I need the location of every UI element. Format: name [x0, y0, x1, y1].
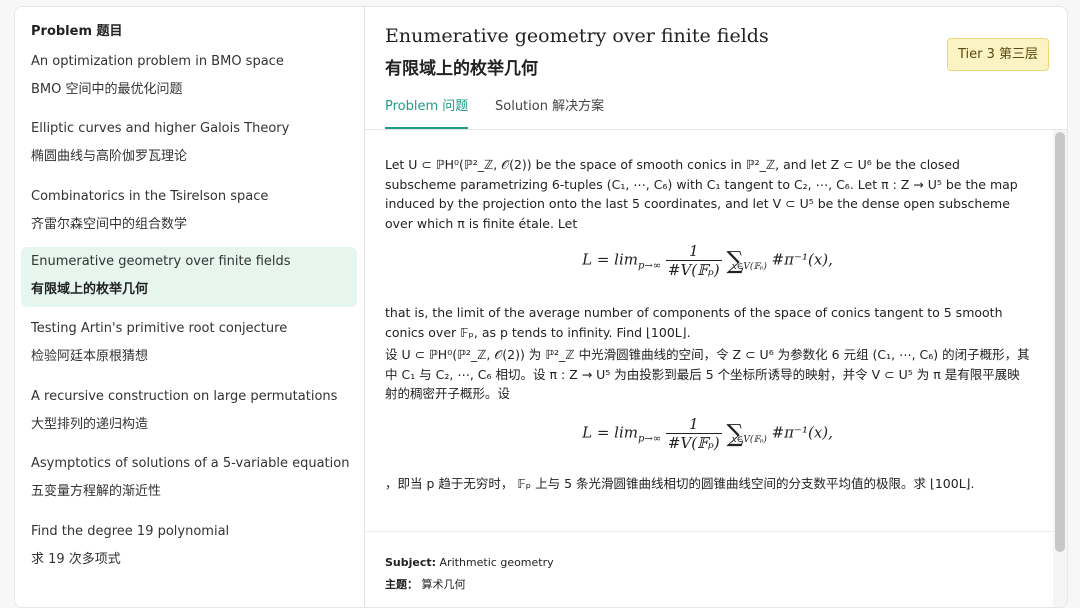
topic-value: 算术几何	[421, 578, 466, 591]
sidebar-item-title-en: Combinatorics in the Tsirelson space	[31, 189, 269, 204]
topic-label: 主题：	[385, 578, 418, 591]
sidebar-item-title-zh: 齐雷尔森空间中的组合数学	[31, 217, 188, 232]
scrollbar-thumb[interactable]	[1055, 132, 1065, 552]
sidebar-item-title-zh: 椭圆曲线与高阶伽罗瓦理论	[31, 149, 188, 164]
formula-fraction-zh: 1 #V(𝔽ₚ)	[665, 415, 722, 452]
app-frame: Problem 题目 An optimization problem in BM…	[14, 6, 1068, 608]
formula-den: #V(𝔽ₚ)	[667, 261, 720, 279]
subject-label: Subject:	[385, 556, 437, 569]
topic-line: 主题： 算术几何	[385, 576, 466, 592]
sidebar-item[interactable]: An optimization problem in BMO space BMO …	[21, 47, 357, 107]
sidebar-item-title-en: Enumerative geometry over finite fields	[31, 254, 291, 269]
sidebar-item-title-zh: 检验阿廷本原根猜想	[31, 349, 149, 364]
subject-line: Subject: Arithmetic geometry	[385, 556, 554, 569]
sidebar-item-title-en: An optimization problem in BMO space	[31, 54, 284, 69]
formula-fraction: 1 #V(𝔽ₚ)	[665, 242, 722, 279]
sidebar-item-title-zh: 五变量方程解的渐近性	[31, 484, 162, 499]
sidebar-item[interactable]: A recursive construction on large permut…	[21, 382, 357, 442]
problem-sidebar: Problem 题目 An optimization problem in BM…	[15, 7, 365, 607]
page-title-zh: 有限域上的枚举几何	[385, 59, 538, 79]
tier-badge: Tier 3 第三层	[946, 38, 1049, 71]
sidebar-item-title-en: Elliptic curves and higher Galois Theory	[31, 121, 290, 136]
content-scrollbar[interactable]	[1053, 130, 1067, 607]
sidebar-item[interactable]: Asymptotics of solutions of a 5-variable…	[21, 449, 357, 509]
sidebar-item[interactable]: Combinatorics in the Tsirelson space 齐雷尔森…	[21, 182, 357, 242]
formula-den-zh: #V(𝔽ₚ)	[667, 434, 720, 452]
sidebar-item-title-en: Find the degree 19 polynomial	[31, 524, 230, 539]
formula-zh: L = limp→∞ 1 #V(𝔽ₚ) ∑x∈V(𝔽ₚ) #π⁻¹(x),	[385, 415, 1030, 452]
problem-text-zh-intro: 设 U ⊂ ℙH⁰(ℙ²_ℤ, 𝒪(2)) 为 ℙ²_ℤ 中光滑圆锥曲线的空间，…	[385, 347, 1030, 401]
sidebar-item-title-en: Asymptotics of solutions of a 5-variable…	[31, 456, 350, 471]
formula-lim-sub: p→∞	[637, 260, 662, 272]
sidebar-item[interactable]: Enumerative geometry over finite fields 有…	[21, 247, 357, 307]
problem-content: Let U ⊂ ℙH⁰(ℙ²_ℤ, 𝒪(2)) be the space of …	[365, 130, 1053, 607]
sidebar-item-title-en: Testing Artin's primitive root conjectur…	[31, 321, 288, 336]
formula-lhs-zh: L = lim	[582, 423, 638, 442]
formula-sum-sub-zh: x∈V(𝔽ₚ)	[731, 434, 767, 445]
sidebar-item-title-zh: 求 19 次多项式	[31, 552, 121, 567]
subject-value: Arithmetic geometry	[439, 556, 554, 569]
problem-text-en-outro: that is, the limit of the average number…	[385, 305, 1003, 340]
formula-lim-sub-zh: p→∞	[637, 433, 662, 445]
tab-problem[interactable]: Problem 问题	[385, 95, 469, 129]
sidebar-item-title-zh: BMO 空间中的最优化问题	[31, 82, 183, 97]
sidebar-item[interactable]: Elliptic curves and higher Galois Theory…	[21, 114, 357, 174]
meta-divider	[365, 531, 1053, 532]
formula-lhs: L = lim	[582, 250, 638, 269]
problem-text-en-intro: Let U ⊂ ℙH⁰(ℙ²_ℤ, 𝒪(2)) be the space of …	[385, 157, 1018, 231]
formula-num: 1	[665, 242, 722, 261]
formula-rhs-zh: #π⁻¹(x),	[771, 423, 833, 442]
tab-solution[interactable]: Solution 解决方案	[495, 95, 604, 127]
formula-en: L = limp→∞ 1 #V(𝔽ₚ) ∑x∈V(𝔽ₚ) #π⁻¹(x),	[385, 242, 1030, 279]
sidebar-item-title-zh: 有限域上的枚举几何	[31, 282, 149, 297]
formula-sum-sub: x∈V(𝔽ₚ)	[731, 261, 767, 272]
formula-rhs: #π⁻¹(x),	[771, 250, 833, 269]
sidebar-item[interactable]: Testing Artin's primitive root conjectur…	[21, 314, 357, 374]
formula-num-zh: 1	[665, 415, 722, 434]
page-title-en: Enumerative geometry over finite fields	[385, 25, 769, 47]
sidebar-item-title-zh: 大型排列的递归构造	[31, 417, 149, 432]
sidebar-heading: Problem 题目	[31, 24, 123, 39]
main-panel: Enumerative geometry over finite fields …	[365, 7, 1067, 607]
sidebar-item[interactable]: Find the degree 19 polynomial 求 19 次多项式	[21, 517, 357, 577]
sidebar-item-title-en: A recursive construction on large permut…	[31, 389, 338, 404]
problem-text-zh-outro: ，即当 p 趋于无穷时， 𝔽ₚ 上与 5 条光滑圆锥曲线相切的圆锥曲线空间的分支…	[385, 476, 975, 491]
